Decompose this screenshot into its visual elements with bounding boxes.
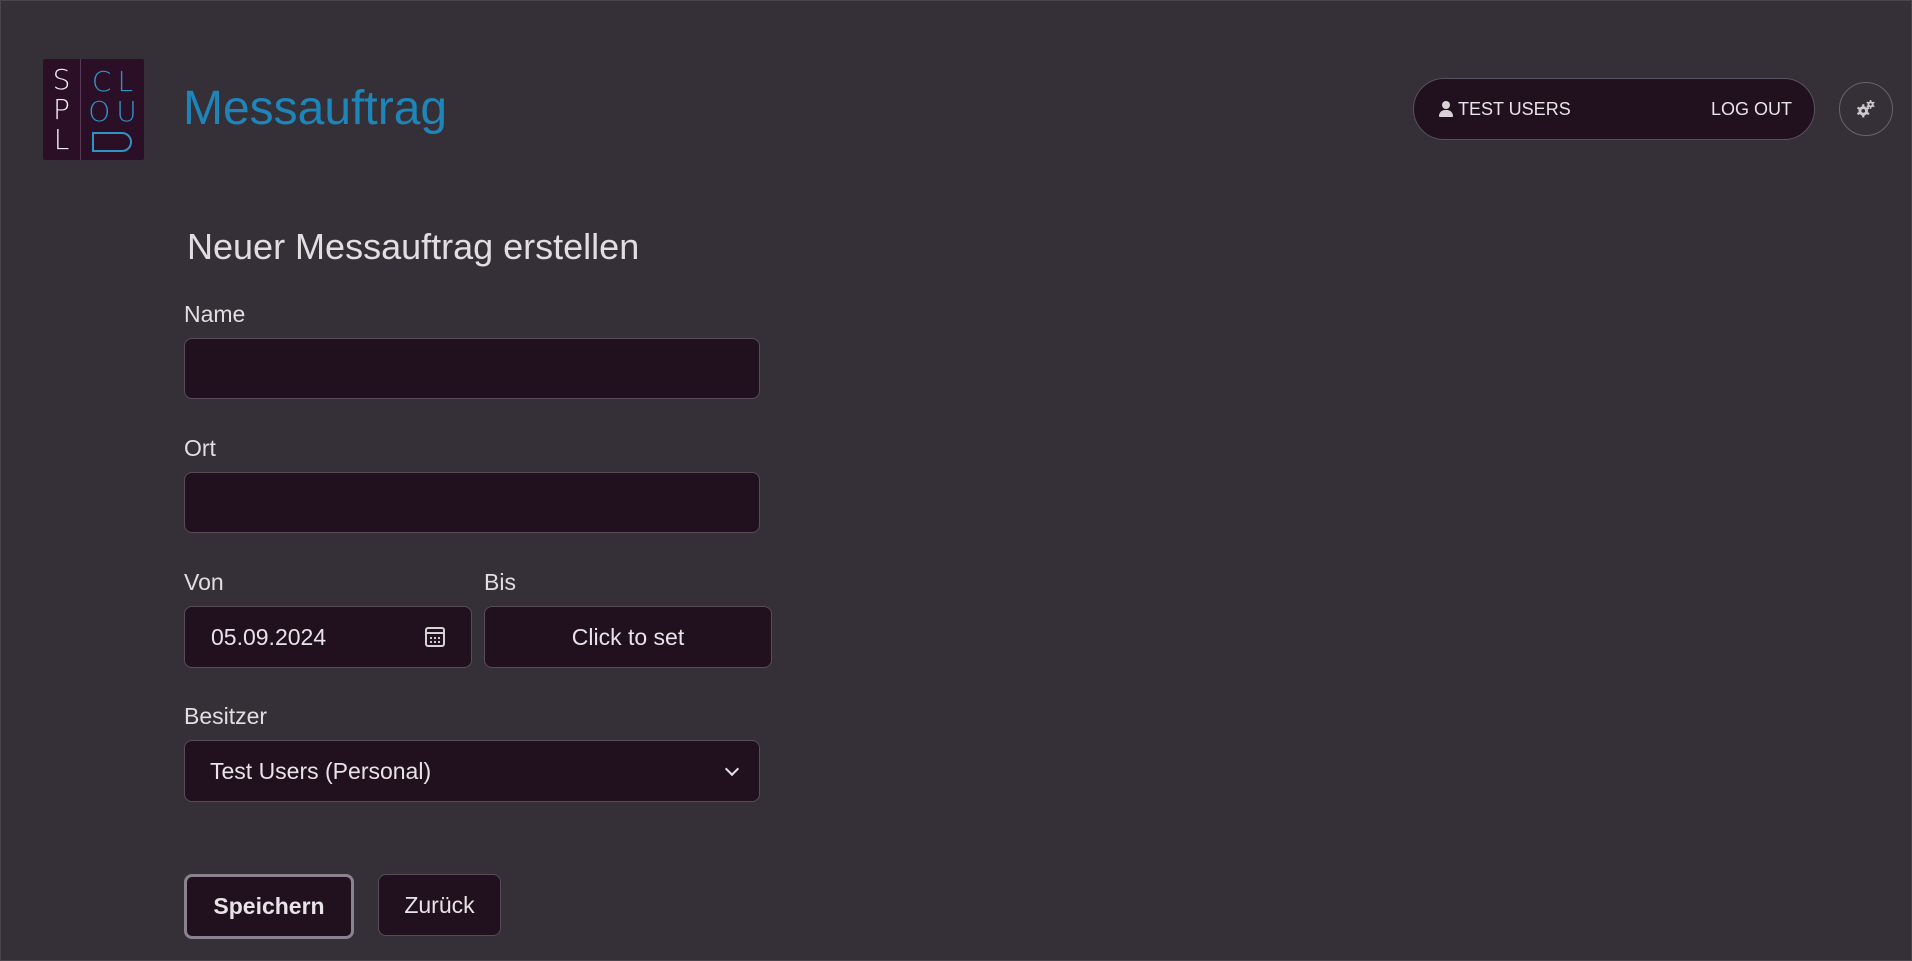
back-button[interactable]: Zurück	[378, 874, 501, 936]
logo-row: O U	[88, 97, 137, 127]
logo-right-column: C L O U	[81, 59, 144, 160]
logo-letter: S	[52, 62, 71, 96]
gears-icon	[1856, 100, 1875, 118]
bis-label: Bis	[484, 569, 516, 595]
besitzer-label: Besitzer	[184, 703, 268, 729]
save-button[interactable]: Speichern	[184, 874, 354, 939]
logo-letter: O	[88, 95, 111, 128]
app-logo: S P L C L O U	[43, 59, 144, 160]
besitzer-selected-value: Test Users (Personal)	[210, 757, 432, 784]
page-title: Messauftrag	[183, 82, 448, 135]
logo-letter: C	[91, 65, 112, 98]
logo-row: C L	[92, 67, 133, 97]
user-name[interactable]: TEST USERS	[1458, 99, 1711, 120]
calendar-icon[interactable]	[425, 627, 445, 647]
ort-label: Ort	[184, 435, 216, 461]
bis-date-button[interactable]: Click to set	[484, 606, 772, 668]
von-label: Von	[184, 569, 224, 595]
logo-letter: P	[53, 92, 70, 126]
logo-left-column: S P L	[43, 59, 81, 160]
name-input[interactable]	[184, 338, 760, 399]
form-title: Neuer Messauftrag erstellen	[187, 226, 640, 267]
logout-button[interactable]: LOG OUT	[1711, 99, 1792, 120]
user-menu: TEST USERS LOG OUT	[1413, 78, 1815, 140]
besitzer-select[interactable]: Test Users (Personal)	[184, 740, 760, 802]
logo-letter: L	[117, 65, 134, 98]
logo-letter: U	[116, 95, 137, 128]
settings-button[interactable]	[1839, 82, 1893, 136]
von-date-value: 05.09.2024	[211, 623, 327, 650]
ort-input[interactable]	[184, 472, 760, 533]
von-date-input[interactable]: 05.09.2024	[184, 606, 472, 668]
logo-letter: L	[53, 122, 70, 156]
name-label: Name	[184, 301, 246, 327]
user-icon	[1438, 100, 1454, 118]
chevron-down-icon	[724, 761, 740, 776]
logo-d-shape	[91, 132, 132, 152]
